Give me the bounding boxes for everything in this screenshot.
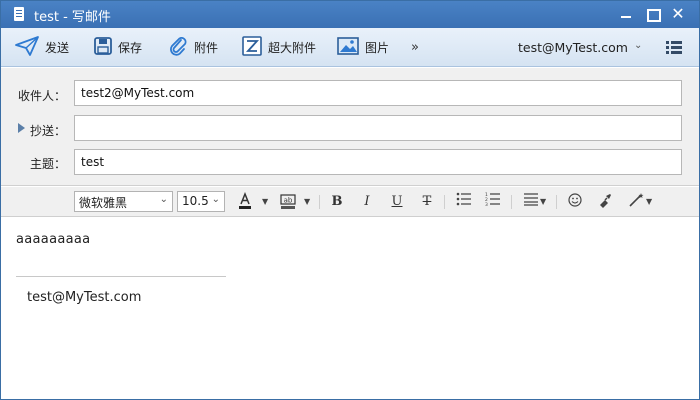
save-button[interactable]: 保存: [94, 28, 142, 67]
italic-button[interactable]: I: [360, 192, 374, 212]
floppy-disk-icon: [94, 37, 112, 58]
attach-label: 附件: [194, 41, 219, 55]
picture-icon: [337, 37, 359, 58]
compose-window: test - 写邮件 ✕ 发送 保存 附件 超大附件 图片 » test@MyT…: [0, 0, 700, 400]
highlight-dropdown-icon[interactable]: ▼: [304, 192, 310, 212]
save-label: 保存: [118, 41, 143, 55]
magic-wand-icon[interactable]: [628, 192, 646, 212]
toolbar-divider: [511, 195, 512, 209]
more-tools-button[interactable]: »: [411, 28, 419, 67]
image-label: 图片: [365, 41, 390, 55]
image-button[interactable]: 图片: [337, 28, 389, 67]
font-size-value: 10.5: [182, 194, 209, 208]
main-toolbar: 发送 保存 附件 超大附件 图片 » test@MyTest.com ⌄: [1, 28, 699, 67]
big-attachment-icon: [242, 36, 262, 59]
title-bar[interactable]: test - 写邮件 ✕: [1, 1, 699, 28]
strikethrough-button[interactable]: T: [420, 192, 434, 212]
font-color-dropdown-icon[interactable]: ▼: [262, 192, 268, 212]
signature-text[interactable]: test@MyTest.com: [27, 290, 141, 305]
font-family-value: 微软雅黑: [79, 196, 128, 210]
bullet-list-icon[interactable]: [456, 192, 472, 212]
subject-label: 主题：: [30, 157, 67, 171]
toolbar-divider: [444, 195, 445, 209]
to-label: 收件人：: [18, 89, 67, 103]
cc-field[interactable]: [74, 115, 682, 141]
message-headers: 收件人： test2@MyTest.com 抄送： 主题： test: [1, 68, 699, 186]
message-body-editor[interactable]: aaaaaaaaa test@MyTest.com: [1, 218, 699, 399]
send-label: 发送: [45, 41, 70, 55]
format-toolbar: 微软雅黑 ⌄ 10.5 ⌄ ▼ ab ▼ B I U T 123 ▼ ▼: [1, 187, 699, 217]
close-icon[interactable]: ✕: [668, 5, 688, 23]
numbered-list-icon[interactable]: 123: [485, 192, 501, 212]
svg-text:3: 3: [485, 202, 488, 206]
minimize-icon[interactable]: [616, 5, 636, 23]
big-attachment-button[interactable]: 超大附件: [242, 28, 316, 67]
send-button[interactable]: 发送: [15, 28, 69, 67]
sender-account-select[interactable]: test@MyTest.com: [518, 40, 628, 55]
window-title: test - 写邮件: [34, 10, 111, 25]
body-text[interactable]: aaaaaaaaa: [16, 232, 90, 247]
expand-cc-icon[interactable]: [18, 123, 25, 133]
paper-plane-icon: [15, 36, 39, 59]
maximize-icon[interactable]: [642, 5, 662, 23]
emoji-icon[interactable]: [567, 192, 583, 212]
font-family-select[interactable]: 微软雅黑 ⌄: [74, 191, 173, 212]
font-size-select[interactable]: 10.5 ⌄: [177, 191, 225, 212]
chevron-down-icon[interactable]: ⌄: [634, 40, 642, 51]
svg-text:ab: ab: [284, 197, 293, 205]
format-painter-icon[interactable]: [597, 192, 613, 212]
big-attachment-label: 超大附件: [268, 41, 317, 55]
compose-app-icon: [14, 7, 24, 21]
chevron-down-icon: ⌄: [159, 194, 168, 205]
toolbar-divider: [556, 195, 557, 209]
underline-button[interactable]: U: [390, 192, 404, 212]
align-icon[interactable]: [523, 192, 539, 212]
magic-wand-dropdown-icon[interactable]: ▼: [646, 192, 652, 212]
subject-field[interactable]: test: [74, 149, 682, 175]
toolbar-divider: [319, 195, 320, 209]
paperclip-icon: [168, 36, 188, 59]
to-field[interactable]: test2@MyTest.com: [74, 80, 682, 106]
attach-button[interactable]: 附件: [168, 28, 218, 67]
signature-divider: [16, 276, 226, 277]
cc-label: 抄送：: [30, 124, 67, 138]
font-color-icon[interactable]: [237, 191, 253, 212]
align-dropdown-icon[interactable]: ▼: [540, 192, 546, 212]
highlight-color-icon[interactable]: ab: [279, 192, 297, 212]
chevron-down-icon: ⌄: [211, 194, 220, 205]
bold-button[interactable]: B: [330, 192, 344, 212]
menu-list-icon[interactable]: [666, 41, 682, 54]
